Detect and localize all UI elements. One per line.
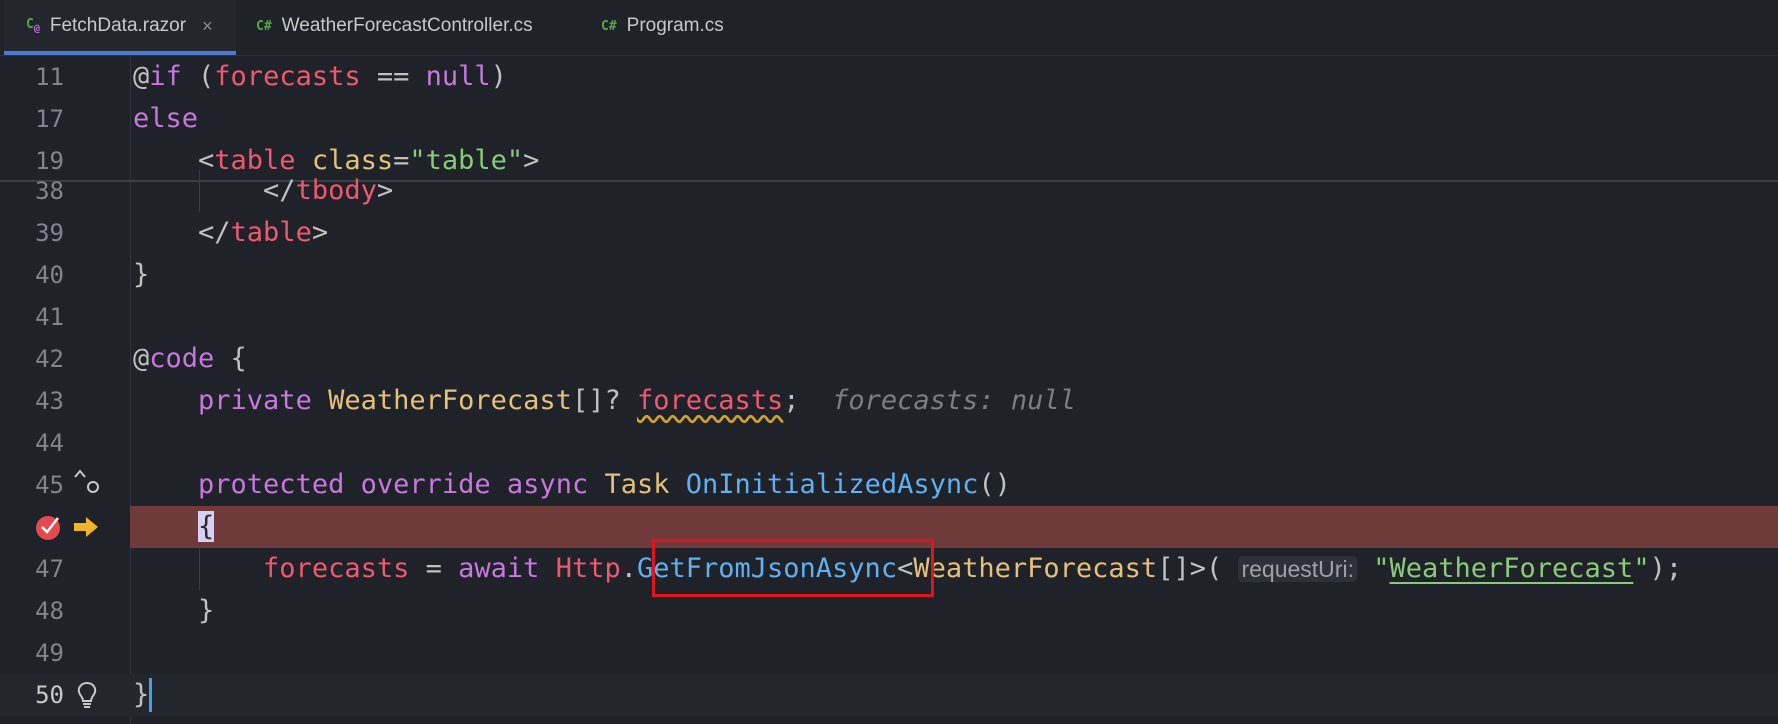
code-line-42[interactable]: 42 @code { xyxy=(0,338,1778,380)
code-line-41[interactable]: 41 xyxy=(0,296,1778,338)
indent-guide xyxy=(199,170,200,212)
editor-tab-bar: C@ FetchData.razor × C# WeatherForecastC… xyxy=(0,0,1778,56)
sticky-line-11[interactable]: 11 @if (forecasts == null) xyxy=(0,56,1778,98)
tab-weatherforecastcontroller[interactable]: C# WeatherForecastController.cs xyxy=(256,0,533,52)
line-number: 39 xyxy=(35,219,64,247)
line-number: 47 xyxy=(35,555,64,583)
code-text: { xyxy=(198,511,215,542)
code-text: } xyxy=(133,259,150,290)
method-highlight-box xyxy=(652,539,934,597)
line-number: 48 xyxy=(35,597,64,625)
sticky-line-17[interactable]: 17 else xyxy=(0,98,1778,140)
code-line-40[interactable]: 40 } xyxy=(0,254,1778,296)
code-text: @code { xyxy=(133,343,247,374)
code-text: </tbody> xyxy=(133,175,394,206)
tab-label: FetchData.razor xyxy=(49,15,187,36)
code-text: @if (forecasts == null) xyxy=(133,61,507,92)
code-line-38[interactable]: 38 </tbody> xyxy=(0,170,1778,212)
code-line-49[interactable]: 49 xyxy=(0,632,1778,674)
line-number: 41 xyxy=(35,303,64,331)
code-editor[interactable]: 11 @if (forecasts == null) 17 else 19 <t… xyxy=(0,56,1778,724)
execution-pointer-icon xyxy=(72,514,100,540)
code-text: protected override async Task OnInitiali… xyxy=(198,469,1011,500)
code-text: else xyxy=(133,103,199,134)
code-text: } xyxy=(133,595,215,626)
code-text: </table> xyxy=(133,217,329,248)
tab-program-cs[interactable]: C# Program.cs xyxy=(601,0,724,52)
code-line-45[interactable]: 45 protected override async Task OnIniti… xyxy=(0,464,1778,506)
code-text: } xyxy=(133,679,150,710)
line-number: 44 xyxy=(35,429,64,457)
line-number: 11 xyxy=(35,63,64,91)
parameter-name-hint: requestUri: xyxy=(1238,556,1357,582)
code-line-39[interactable]: 39 </table> xyxy=(0,212,1778,254)
line-number: 17 xyxy=(35,105,64,133)
csharp-file-icon: C# xyxy=(601,18,617,34)
line-number: 49 xyxy=(35,639,64,667)
line-number: 50 xyxy=(35,681,64,709)
close-tab-icon[interactable]: × xyxy=(202,16,213,37)
override-arrow-icon[interactable] xyxy=(72,467,102,501)
code-line-44[interactable]: 44 xyxy=(0,422,1778,464)
razor-file-icon: C@ xyxy=(26,17,40,35)
line-number: 45 xyxy=(35,471,64,499)
tab-fetchdata-razor[interactable]: C@ FetchData.razor × xyxy=(4,0,236,55)
line-number: 42 xyxy=(35,345,64,373)
csharp-file-icon: C# xyxy=(256,18,272,34)
line-number: 43 xyxy=(35,387,64,415)
tab-label: Program.cs xyxy=(626,15,724,36)
code-line-50-current[interactable]: 50 } xyxy=(0,674,1778,716)
debug-value-hint: forecasts: null xyxy=(832,385,1076,416)
indent-guide xyxy=(199,548,200,590)
breakpoint-icon[interactable] xyxy=(34,512,64,542)
lightbulb-icon[interactable] xyxy=(74,680,100,710)
line-number: 38 xyxy=(35,177,64,205)
line-number: 40 xyxy=(35,261,64,289)
code-line-43[interactable]: 43 private WeatherForecast[]? forecasts;… xyxy=(0,380,1778,422)
text-caret xyxy=(149,678,152,712)
tab-label: WeatherForecastController.cs xyxy=(281,15,533,36)
code-text: private WeatherForecast[]? forecasts; fo… xyxy=(198,385,1076,416)
